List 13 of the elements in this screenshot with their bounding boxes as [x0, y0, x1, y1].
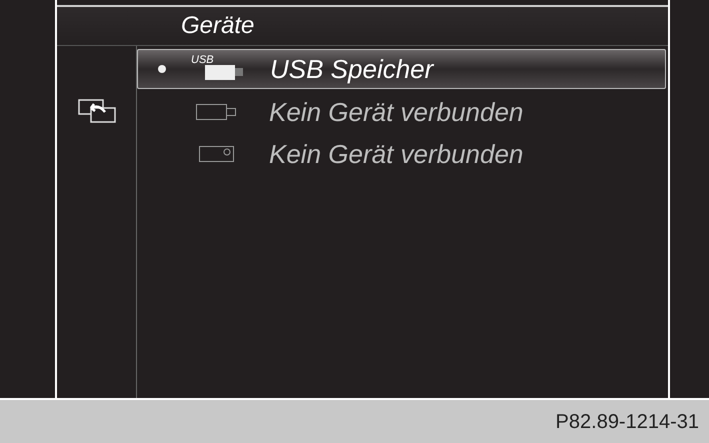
usb-stick-icon — [205, 65, 243, 80]
device-item[interactable]: Kein Gerät verbunden — [137, 133, 666, 175]
device-label: USB Speicher — [270, 52, 434, 86]
usb-stick-icon — [196, 104, 238, 120]
device-item[interactable]: USB USB Speicher — [137, 49, 666, 89]
device-label: Kein Gerät verbunden — [269, 96, 524, 128]
device-label: Kein Gerät verbunden — [269, 138, 524, 170]
device-item[interactable]: Kein Gerät verbunden — [137, 91, 666, 133]
memory-card-icon — [199, 146, 235, 162]
figure-caption: P82.89-1214-31 — [556, 410, 699, 434]
source-switch-icon[interactable] — [76, 98, 116, 124]
usb-icon-label: USB — [191, 53, 214, 67]
screen-title: Geräte — [181, 11, 254, 41]
